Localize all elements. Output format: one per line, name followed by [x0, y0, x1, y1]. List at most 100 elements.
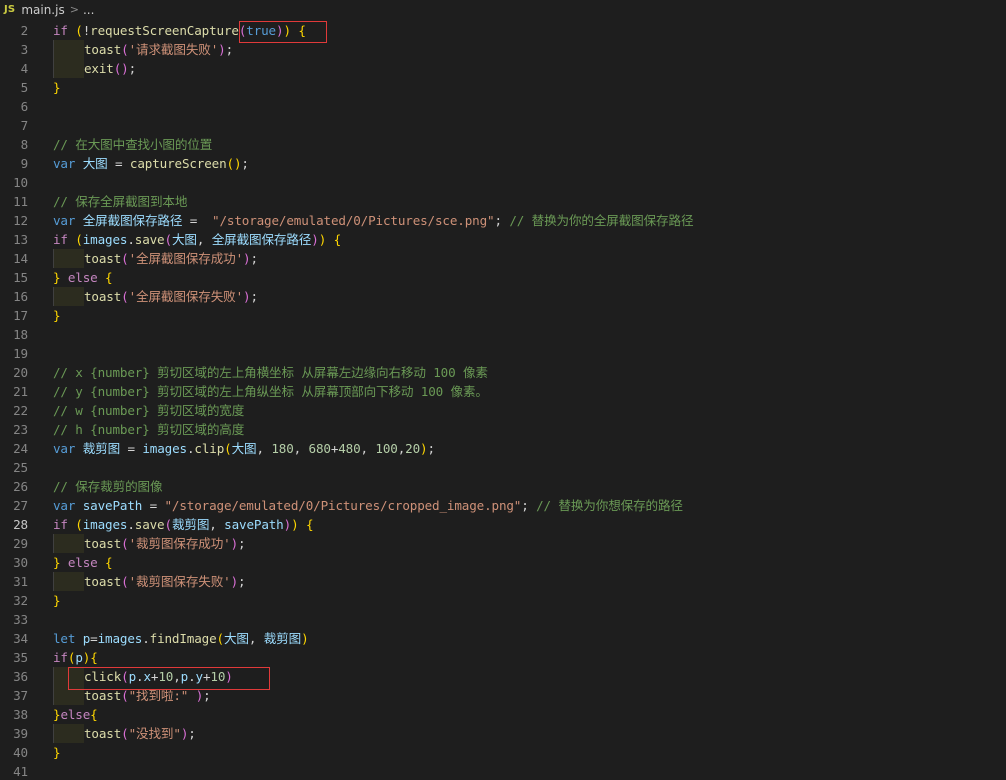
code-line-21[interactable]: 21 // y {number} 剪切区域的左上角纵坐标 从屏幕顶部向下移动 10…	[0, 382, 1006, 401]
token: )	[218, 42, 226, 57]
line-content[interactable]: // w {number} 剪切区域的宽度	[53, 401, 244, 420]
line-content[interactable]: if (images.save(大图, 全屏截图保存路径)) {	[53, 230, 341, 249]
token: (	[75, 232, 83, 247]
line-content[interactable]: toast('全屏截图保存失败');	[53, 287, 258, 306]
code-line-23[interactable]: 23 // h {number} 剪切区域的高度	[0, 420, 1006, 439]
token: 大图	[231, 441, 257, 456]
code-line-27[interactable]: 27 var savePath = "/storage/emulated/0/Pi…	[0, 496, 1006, 515]
token: ;	[238, 536, 246, 551]
token: if	[53, 517, 76, 532]
line-content[interactable]: // x {number} 剪切区域的左上角横坐标 从屏幕左边缘向右移动 100…	[53, 363, 488, 382]
token: .	[188, 669, 196, 684]
code-line-34[interactable]: 34 let p=images.findImage(大图, 裁剪图)	[0, 629, 1006, 648]
code-line-31[interactable]: 31 toast('裁剪图保存失败');	[0, 572, 1006, 591]
line-content[interactable]: toast('请求截图失败');	[53, 40, 233, 59]
token: ()	[113, 61, 129, 76]
breadcrumb-symbol[interactable]: ...	[83, 3, 94, 17]
token: captureScreen	[129, 156, 227, 171]
token: )	[225, 669, 233, 684]
line-content[interactable]: // y {number} 剪切区域的左上角纵坐标 从屏幕顶部向下移动 100 …	[53, 382, 488, 401]
chevron-right-icon: >	[69, 3, 79, 16]
code-line-20[interactable]: 20 // x {number} 剪切区域的左上角横坐标 从屏幕左边缘向右移动 1…	[0, 363, 1006, 382]
code-editor[interactable]: JS main.js > ... 2 if (!requestScreenCapt…	[0, 0, 1006, 780]
line-content[interactable]: var 裁剪图 = images.clip(大图, 180, 680+480, …	[53, 439, 435, 458]
code-line-40[interactable]: 40}	[0, 743, 1006, 762]
code-line-30[interactable]: 30} else {	[0, 553, 1006, 572]
line-content[interactable]: toast('全屏截图保存成功');	[53, 249, 258, 268]
code-line-12[interactable]: 12 var 全屏截图保存路径 = "/storage/emulated/0/Pi…	[0, 211, 1006, 230]
code-line-10[interactable]: 10	[0, 173, 1006, 192]
line-content[interactable]: } else {	[53, 553, 113, 572]
line-content[interactable]: // 保存全屏截图到本地	[53, 192, 187, 211]
line-content[interactable]: }	[53, 78, 61, 97]
line-content[interactable]: var 大图 = captureScreen();	[53, 154, 249, 173]
code-line-2[interactable]: 2 if (!requestScreenCapture(true)) {	[0, 21, 1006, 40]
code-line-3[interactable]: 3 toast('请求截图失败');	[0, 40, 1006, 59]
line-content[interactable]: exit();	[53, 59, 136, 78]
line-content[interactable]: if (images.save(裁剪图, savePath)) {	[53, 515, 314, 534]
line-content[interactable]: var savePath = "/storage/emulated/0/Pict…	[53, 496, 683, 515]
token: // 保存裁剪的图像	[53, 479, 163, 494]
line-content[interactable]: var 全屏截图保存路径 = "/storage/emulated/0/Pict…	[53, 211, 694, 230]
code-line-8[interactable]: 8 // 在大图中查找小图的位置	[0, 135, 1006, 154]
code-line-26[interactable]: 26 // 保存裁剪的图像	[0, 477, 1006, 496]
line-content[interactable]: // 在大图中查找小图的位置	[53, 135, 212, 154]
code-line-39[interactable]: 39 toast("没找到");	[0, 724, 1006, 743]
token: images	[142, 441, 187, 456]
code-line-16[interactable]: 16 toast('全屏截图保存失败');	[0, 287, 1006, 306]
line-content[interactable]: toast("找到啦:" );	[53, 686, 211, 705]
indent-guide	[53, 724, 84, 743]
line-content[interactable]: if(p){	[53, 648, 98, 667]
code-line-4[interactable]: 4 exit();	[0, 59, 1006, 78]
breadcrumb-file[interactable]: main.js	[21, 3, 64, 17]
code-line-5[interactable]: 5}	[0, 78, 1006, 97]
code-line-24[interactable]: 24 var 裁剪图 = images.clip(大图, 180, 680+480…	[0, 439, 1006, 458]
breadcrumb[interactable]: JS main.js > ...	[0, 0, 1006, 19]
code-line-36[interactable]: 36 click(p.x+10,p.y+10)	[0, 667, 1006, 686]
line-content[interactable]: // h {number} 剪切区域的高度	[53, 420, 244, 439]
line-content[interactable]: // 保存裁剪的图像	[53, 477, 163, 496]
code-line-13[interactable]: 13 if (images.save(大图, 全屏截图保存路径)) {	[0, 230, 1006, 249]
line-number: 37	[13, 688, 28, 703]
code-lines[interactable]: 2 if (!requestScreenCapture(true)) {3 toas…	[0, 21, 1006, 780]
line-content[interactable]: }	[53, 591, 61, 610]
token: toast	[84, 289, 122, 304]
code-line-15[interactable]: 15} else {	[0, 268, 1006, 287]
code-line-9[interactable]: 9 var 大图 = captureScreen();	[0, 154, 1006, 173]
code-line-7[interactable]: 7	[0, 116, 1006, 135]
code-line-25[interactable]: 25	[0, 458, 1006, 477]
line-number: 32	[13, 593, 28, 608]
line-content[interactable]: }	[53, 306, 61, 325]
code-line-35[interactable]: 35 if(p){	[0, 648, 1006, 667]
line-content[interactable]: } else {	[53, 268, 113, 287]
line-content[interactable]: let p=images.findImage(大图, 裁剪图)	[53, 629, 309, 648]
line-content[interactable]: }	[53, 743, 61, 762]
token: toast	[84, 726, 122, 741]
code-line-33[interactable]: 33	[0, 610, 1006, 629]
code-line-11[interactable]: 11 // 保存全屏截图到本地	[0, 192, 1006, 211]
indent-guide	[53, 667, 84, 686]
code-line-38[interactable]: 38}else{	[0, 705, 1006, 724]
code-line-14[interactable]: 14 toast('全屏截图保存成功');	[0, 249, 1006, 268]
code-line-19[interactable]: 19	[0, 344, 1006, 363]
code-line-32[interactable]: 32}	[0, 591, 1006, 610]
code-line-29[interactable]: 29 toast('裁剪图保存成功');	[0, 534, 1006, 553]
code-line-18[interactable]: 18	[0, 325, 1006, 344]
line-content[interactable]: if (!requestScreenCapture(true)) {	[53, 21, 306, 40]
code-line-37[interactable]: 37 toast("找到啦:" );	[0, 686, 1006, 705]
line-number: 8	[20, 137, 29, 152]
code-line-28[interactable]: 28 if (images.save(裁剪图, savePath)) {	[0, 515, 1006, 534]
token: var	[53, 441, 83, 456]
line-content[interactable]: toast('裁剪图保存失败');	[53, 572, 246, 591]
code-line-22[interactable]: 22 // w {number} 剪切区域的宽度	[0, 401, 1006, 420]
line-content[interactable]: }else{	[53, 705, 98, 724]
code-line-6[interactable]: 6	[0, 97, 1006, 116]
token: toast	[84, 536, 122, 551]
line-number: 23	[13, 422, 28, 437]
line-content[interactable]: toast("没找到");	[53, 724, 196, 743]
line-content[interactable]: toast('裁剪图保存成功');	[53, 534, 246, 553]
code-line-41[interactable]: 41	[0, 762, 1006, 780]
token: // w {number} 剪切区域的宽度	[53, 403, 245, 418]
code-line-17[interactable]: 17}	[0, 306, 1006, 325]
line-content[interactable]: click(p.x+10,p.y+10)	[53, 667, 233, 686]
